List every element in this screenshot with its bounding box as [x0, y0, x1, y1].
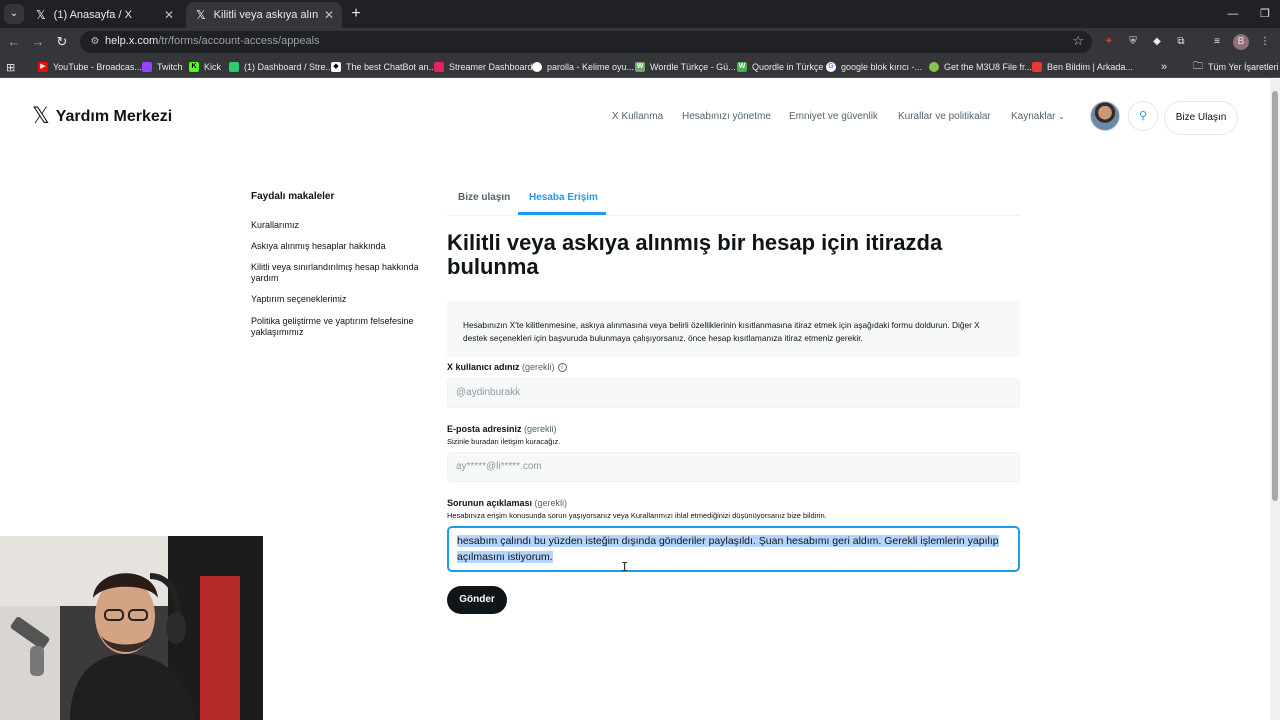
scrollbar-thumb[interactable] [1272, 91, 1278, 501]
folder-icon: 🗀 [1193, 60, 1203, 72]
bookmarks-bar: ⊞ ▶ YouTube - Broadcas... Twitch K Kick (1… [0, 56, 1280, 78]
info-icon[interactable]: i [557, 363, 567, 372]
submit-button[interactable]: Gönder [447, 586, 507, 614]
description-help-text: Hesabınıza erişim konusunda sorun yaşıyo… [447, 511, 827, 520]
kick-icon: K [189, 62, 199, 72]
contact-us-button[interactable]: Bize Ulaşın [1164, 101, 1238, 135]
url-text: help.x.com/tr/forms/account-access/appea… [105, 35, 320, 47]
all-bookmarks-folder[interactable]: 🗀 Tüm Yer İşaretleri [1193, 60, 1279, 74]
chatbot-icon: ◆ [331, 62, 341, 72]
x-logo-icon: 𝕏 [196, 8, 206, 22]
address-bar[interactable]: ⚙ help.x.com/tr/forms/account-access/app… [80, 31, 1092, 53]
site-info-icon[interactable]: ⚙ [88, 35, 102, 49]
browser-toolbar: ← → ↻ ⚙ help.x.com/tr/forms/account-acce… [0, 28, 1280, 56]
user-avatar[interactable] [1090, 101, 1120, 131]
quordle-icon: W [737, 62, 747, 72]
reload-icon[interactable]: ↻ [52, 32, 72, 52]
tab-title: Kilitli veya askıya alınmış bir he… [213, 9, 318, 21]
username-label: X kullanıcı adınız (gerekli) i [447, 362, 567, 372]
description-textarea[interactable]: hesabım çalındı bu yüzden isteğim dışınd… [447, 526, 1020, 572]
selected-text: hesabım çalındı bu yüzden isteğim dışınd… [457, 535, 999, 563]
tab-search-chevron-icon[interactable]: ⌄ [4, 4, 24, 24]
sidebar-heading: Faydalı makaleler [251, 191, 335, 202]
sidebar-link-politika[interactable]: Politika geliştirme ve yaptırım felsefes… [251, 316, 436, 338]
search-icon[interactable]: ⚲ [1128, 101, 1158, 131]
tab-bize-ulasin[interactable]: Bize ulaşın [458, 192, 510, 203]
text-cursor-icon: I [621, 560, 629, 574]
apps-grid-icon[interactable]: ⊞ [6, 60, 15, 74]
sidebar-link-yaptirim[interactable]: Yaptırım seçeneklerimiz [251, 294, 436, 305]
forward-arrow-icon[interactable]: → [28, 32, 48, 52]
page-scrollbar[interactable] [1270, 79, 1280, 720]
bookmark-chatbot[interactable]: ◆ The best ChatBot an... [331, 60, 436, 74]
sidebar-link-kilitli-hesap[interactable]: Kilitli veya sınırlandırılmış hesap hakk… [251, 262, 436, 284]
diamond-extension-icon[interactable]: ◆ [1149, 34, 1165, 50]
active-tab-indicator [518, 212, 606, 215]
bookmark-dashboard[interactable]: (1) Dashboard / Stre... [229, 60, 333, 74]
dashboard-icon [229, 62, 239, 72]
restore-icon[interactable]: ❐ [1248, 0, 1280, 28]
bookmarks-overflow-chevron-icon[interactable]: » [1161, 60, 1167, 74]
bookmark-m3u8[interactable]: Get the M3U8 File fr... [929, 60, 1032, 74]
nav-x-kullanma[interactable]: X Kullanma [612, 111, 663, 122]
webcam-overlay [0, 536, 263, 720]
webcam-person-image [0, 536, 263, 720]
sidebar-link-kurallarimiz[interactable]: Kurallarımız [251, 220, 436, 231]
browser-tab-bar: ⌄ 𝕏 (1) Anasayfa / X ✕ 𝕏 Kilitli veya as… [0, 0, 1280, 28]
username-field[interactable]: @aydinburakk [447, 378, 1020, 408]
bookmark-star-icon[interactable]: ☆ [1072, 33, 1084, 49]
profile-avatar[interactable]: B [1233, 34, 1249, 50]
back-arrow-icon[interactable]: ← [4, 32, 24, 52]
tab-title: (1) Anasayfa / X [53, 9, 132, 21]
nav-hesabinizi-yonetme[interactable]: Hesabınızı yönetme [682, 111, 771, 122]
bookmark-parolla[interactable]: parolla - Kelime oyu... [532, 60, 634, 74]
nav-kurallar-politikalar[interactable]: Kurallar ve politikalar [898, 111, 991, 122]
nav-emniyet-guvenlik[interactable]: Emniyet ve güvenlik [789, 111, 878, 122]
new-tab-plus-icon[interactable]: + [346, 4, 366, 24]
nav-kaynaklar[interactable]: Kaynaklar ⌄ [1011, 111, 1065, 122]
page-title: Kilitli veya askıya alınmış bir hesap iç… [447, 230, 943, 279]
ben-bildim-icon [1032, 62, 1042, 72]
extensions-puzzle-icon[interactable]: ⧉ [1173, 34, 1189, 50]
media-control-icon[interactable]: ≡ [1209, 34, 1225, 50]
tabs-divider [447, 215, 1020, 216]
twitch-icon [142, 62, 152, 72]
minimize-icon[interactable]: — [1216, 0, 1250, 28]
streamer-icon [434, 62, 444, 72]
description-label: Sorunun açıklaması (gerekli) [447, 498, 568, 508]
bookmark-streamer-dashboard[interactable]: Streamer Dashboard [434, 60, 533, 74]
bookmark-ben-bildim[interactable]: Ben Bildim | Arkada... [1032, 60, 1133, 74]
bookmark-wordle[interactable]: W Wordle Türkçe - Gü... [635, 60, 736, 74]
bookmark-youtube[interactable]: ▶ YouTube - Broadcas... [38, 60, 142, 74]
brand-logo[interactable]: 𝕏 Yardım Merkezi [32, 106, 172, 128]
parolla-icon [532, 62, 542, 72]
youtube-icon: ▶ [38, 62, 48, 72]
close-icon[interactable]: ✕ [324, 8, 334, 22]
google-icon: G [826, 62, 836, 72]
shield-extension-icon[interactable]: ⛨ [1125, 34, 1141, 50]
bookmark-kick[interactable]: K Kick [189, 60, 221, 74]
browser-tab-appeals[interactable]: 𝕏 Kilitli veya askıya alınmış bir he… ✕ [186, 2, 342, 28]
x-logo-icon: 𝕏 [32, 104, 50, 129]
sidebar-link-askiya-alinmis[interactable]: Askıya alınmış hesaplar hakkında [251, 241, 436, 252]
close-icon[interactable]: ✕ [164, 8, 174, 22]
email-label: E-posta adresiniz (gerekli) [447, 424, 557, 434]
m3u8-icon [929, 62, 939, 72]
x-logo-icon: 𝕏 [36, 8, 46, 22]
info-box: Hesabınızın X'te kilitlenmesine, askıya … [447, 301, 1020, 357]
email-field[interactable]: ay*****@li*****.com [447, 452, 1020, 482]
brand-title: Yardım Merkezi [55, 108, 173, 125]
tab-hesaba-erisim[interactable]: Hesaba Erişim [529, 192, 598, 203]
menu-kebab-icon[interactable]: ⋮ [1257, 34, 1273, 50]
bookmark-google-blok[interactable]: Ggoogle blok kırıcı -... [826, 60, 922, 74]
wordle-icon: W [635, 62, 645, 72]
email-help-text: Sizinle buradan iletişim kuracağız. [447, 437, 561, 446]
browser-tab-home[interactable]: 𝕏 (1) Anasayfa / X ✕ [26, 2, 182, 28]
chevron-down-icon: ⌄ [1058, 112, 1065, 121]
extension-icon[interactable]: ✦ [1101, 34, 1117, 50]
bookmark-twitch[interactable]: Twitch [142, 60, 183, 74]
bookmark-quordle[interactable]: W Quordle in Türkçe [737, 60, 823, 74]
